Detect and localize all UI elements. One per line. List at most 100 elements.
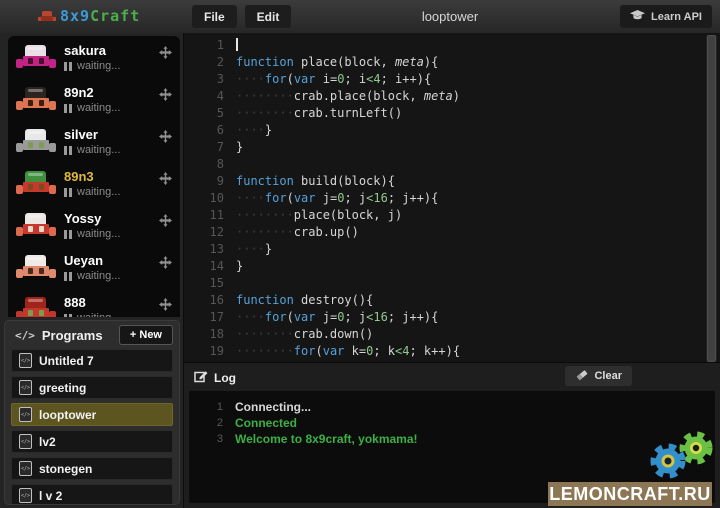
player-status: waiting... bbox=[64, 270, 159, 282]
file-menu-button[interactable]: File bbox=[192, 5, 237, 28]
line-number: 10 bbox=[184, 190, 236, 207]
program-name: l v 2 bbox=[39, 489, 62, 503]
code-text: ········crab.up() bbox=[236, 224, 359, 241]
app-logo: 8x9Craft bbox=[38, 7, 140, 25]
player-name: 89n3 bbox=[64, 169, 159, 184]
sidebar: sakurawaiting...89n2waiting...silverwait… bbox=[0, 33, 183, 508]
line-number: 11 bbox=[184, 207, 236, 224]
program-item[interactable]: </>looptower bbox=[11, 403, 173, 426]
pause-icon bbox=[64, 314, 72, 318]
log-entry: 3Welcome to 8x9craft, yokmama! bbox=[189, 431, 715, 447]
code-text: function place(block, meta){ bbox=[236, 54, 438, 71]
program-file-icon: </> bbox=[19, 380, 32, 395]
move-icon[interactable] bbox=[159, 172, 172, 190]
code-line: 5········crab.turnLeft() bbox=[184, 105, 720, 122]
new-program-button[interactable]: + New bbox=[119, 325, 173, 345]
code-text: ····} bbox=[236, 241, 272, 258]
code-text: function destroy(){ bbox=[236, 292, 373, 309]
crab-icon bbox=[16, 45, 56, 73]
code-line: 6····} bbox=[184, 122, 720, 139]
log-header: Log Clear bbox=[184, 363, 720, 389]
code-text: } bbox=[236, 258, 243, 275]
player-row[interactable]: Ueyanwaiting... bbox=[8, 246, 180, 288]
code-line: 15 bbox=[184, 275, 720, 292]
program-file-icon: </> bbox=[19, 353, 32, 368]
move-icon[interactable] bbox=[159, 298, 172, 316]
code-text: ····for(var j=0; j<16; j++){ bbox=[236, 190, 438, 207]
code-line: 4········crab.place(block, meta) bbox=[184, 88, 720, 105]
code-line: 11········place(block, j) bbox=[184, 207, 720, 224]
code-line: 13····} bbox=[184, 241, 720, 258]
clear-log-label: Clear bbox=[594, 370, 622, 382]
learn-api-button[interactable]: Learn API bbox=[620, 5, 712, 28]
line-number: 16 bbox=[184, 292, 236, 309]
player-row[interactable]: 888waiting... bbox=[8, 288, 180, 317]
player-status-text: waiting... bbox=[77, 144, 120, 156]
player-row[interactable]: silverwaiting... bbox=[8, 120, 180, 162]
player-status: waiting... bbox=[64, 102, 159, 114]
player-status: waiting... bbox=[64, 144, 159, 156]
programs-title: Programs bbox=[42, 328, 119, 343]
programs-header: </> Programs + New bbox=[5, 321, 179, 349]
line-number: 7 bbox=[184, 139, 236, 156]
line-number: 15 bbox=[184, 275, 236, 292]
player-name: 89n2 bbox=[64, 85, 159, 100]
player-row[interactable]: Yossy waiting... bbox=[8, 204, 180, 246]
lemoncraft-watermark-banner: LEMONCRAFT.RU bbox=[548, 482, 712, 506]
edit-menu-button[interactable]: Edit bbox=[245, 5, 292, 28]
log-message: Welcome to 8x9craft, yokmama! bbox=[235, 432, 418, 446]
move-icon[interactable] bbox=[159, 88, 172, 106]
program-file-icon: </> bbox=[19, 461, 32, 476]
program-name: stonegen bbox=[39, 462, 92, 476]
menu-bar: File Edit bbox=[192, 5, 291, 28]
code-text: } bbox=[236, 139, 243, 156]
main-area: 12function place(block, meta){3····for(v… bbox=[183, 33, 720, 508]
log-title: Log bbox=[214, 371, 236, 385]
line-number: 17 bbox=[184, 309, 236, 326]
code-line: 2function place(block, meta){ bbox=[184, 54, 720, 71]
line-number: 18 bbox=[184, 326, 236, 343]
move-icon[interactable] bbox=[159, 130, 172, 148]
player-status-text: waiting... bbox=[77, 186, 120, 198]
graduation-cap-icon bbox=[630, 10, 645, 24]
line-number: 14 bbox=[184, 258, 236, 275]
code-editor[interactable]: 12function place(block, meta){3····for(v… bbox=[184, 33, 720, 366]
clear-log-button[interactable]: Clear bbox=[565, 366, 632, 386]
move-icon[interactable] bbox=[159, 46, 172, 64]
program-item[interactable]: </>lv2 bbox=[11, 430, 173, 453]
move-icon[interactable] bbox=[159, 256, 172, 274]
code-tag-icon: </> bbox=[15, 329, 35, 342]
player-list: sakurawaiting...89n2waiting...silverwait… bbox=[8, 36, 180, 317]
player-name: sakura bbox=[64, 43, 159, 58]
line-number: 13 bbox=[184, 241, 236, 258]
line-number: 4 bbox=[184, 88, 236, 105]
player-status: waiting... bbox=[64, 228, 159, 240]
player-row[interactable]: 89n3 waiting... bbox=[8, 162, 180, 204]
scrollbar-thumb[interactable] bbox=[707, 35, 716, 362]
logo-text-craft: Craft bbox=[90, 7, 140, 25]
player-name: Yossy bbox=[64, 211, 159, 226]
program-item[interactable]: </>greeting bbox=[11, 376, 173, 399]
crab-logo-icon bbox=[38, 10, 56, 22]
editor-scrollbar[interactable] bbox=[706, 35, 717, 360]
code-text: ········crab.turnLeft() bbox=[236, 105, 402, 122]
code-text: ········crab.place(block, meta) bbox=[236, 88, 460, 105]
log-entry: 2Connected bbox=[189, 415, 715, 431]
eraser-icon bbox=[575, 369, 589, 384]
program-item[interactable]: </>Untitled 7 bbox=[11, 349, 173, 372]
log-pencil-icon bbox=[194, 369, 208, 386]
player-status-text: waiting... bbox=[77, 60, 120, 72]
code-text: function build(block){ bbox=[236, 173, 395, 190]
log-line-number: 2 bbox=[189, 417, 235, 429]
player-row[interactable]: 89n2 waiting... bbox=[8, 78, 180, 120]
code-line: 8 bbox=[184, 156, 720, 173]
program-item[interactable]: </> stonegen bbox=[11, 457, 173, 480]
top-bar: 8x9Craft File Edit looptower Learn API bbox=[0, 0, 720, 34]
code-line: 14} bbox=[184, 258, 720, 275]
player-row[interactable]: sakura waiting... bbox=[8, 36, 180, 78]
move-icon[interactable] bbox=[159, 214, 172, 232]
log-line-number: 3 bbox=[189, 433, 235, 445]
line-number: 1 bbox=[184, 37, 236, 54]
line-number: 6 bbox=[184, 122, 236, 139]
program-item[interactable]: </>l v 2 bbox=[11, 484, 173, 505]
